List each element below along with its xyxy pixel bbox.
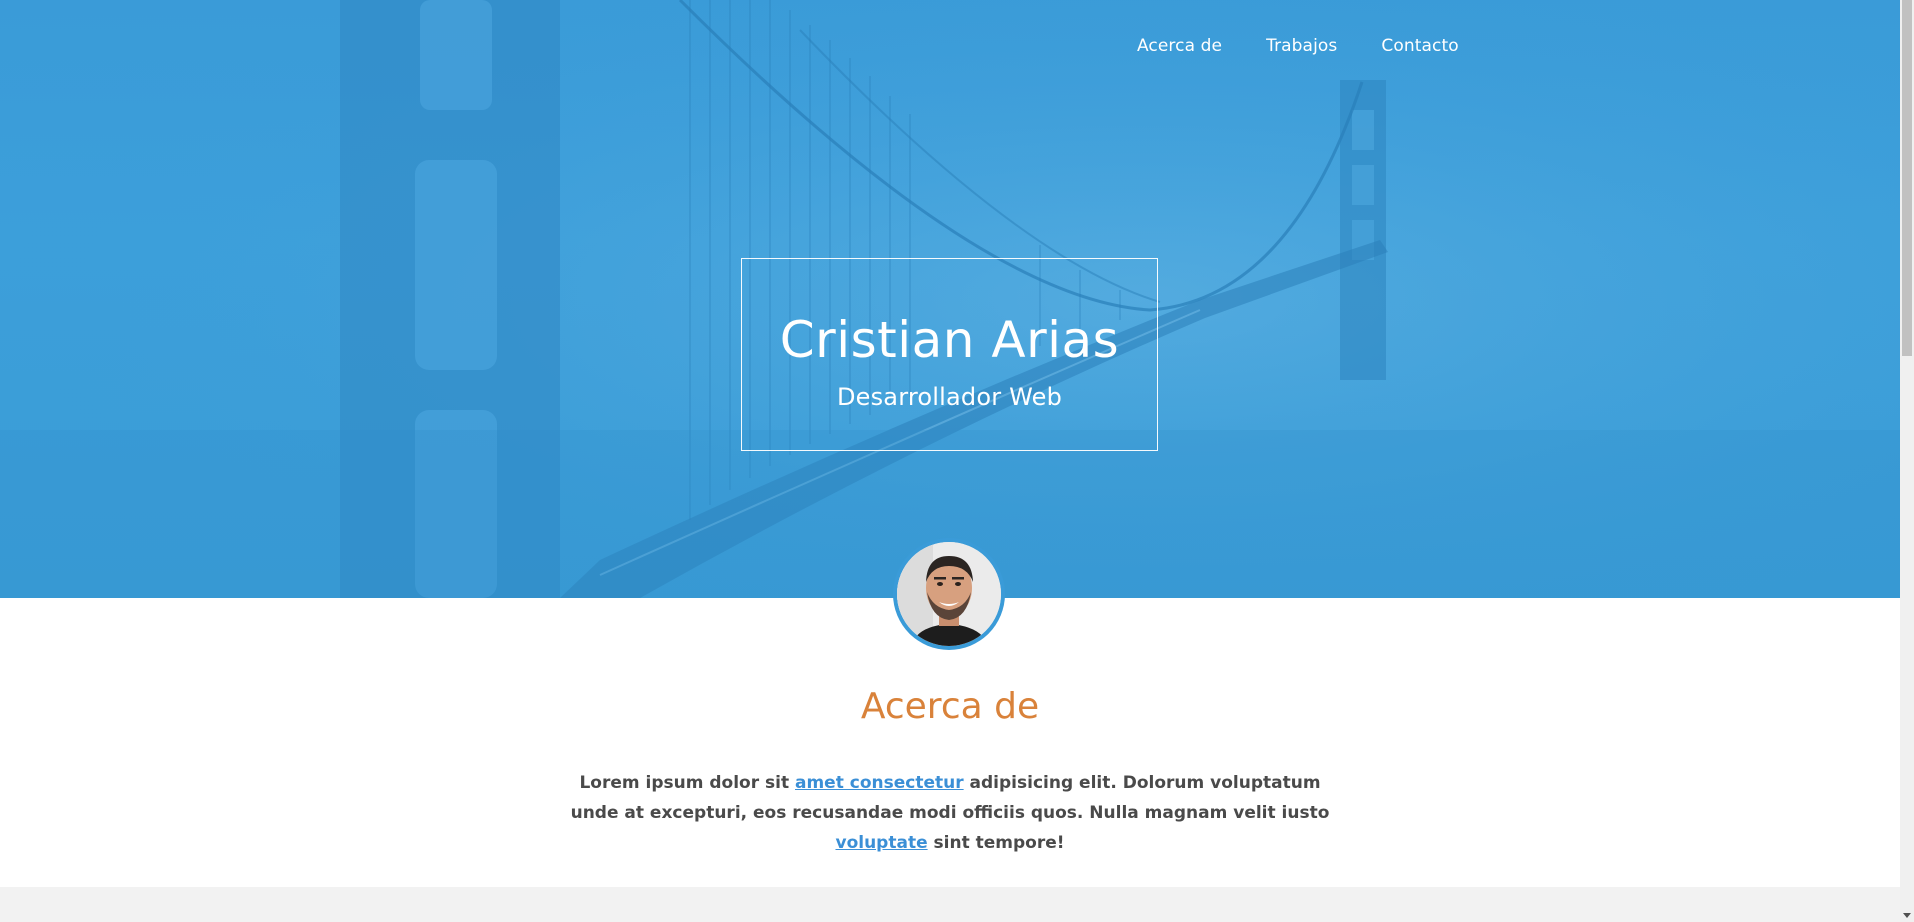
hero-title-box: Cristian Arias Desarrollador Web bbox=[741, 258, 1158, 451]
hero-banner: Acerca de Trabajos Contacto Cristian Ari… bbox=[0, 0, 1900, 598]
hero-name: Cristian Arias bbox=[779, 311, 1120, 369]
about-text-part-3: sint tempore! bbox=[927, 833, 1065, 853]
page-scrollbar[interactable] bbox=[1900, 0, 1914, 922]
hero-role: Desarrollador Web bbox=[836, 383, 1063, 411]
nav-link-acerca-de[interactable]: Acerca de bbox=[1137, 36, 1222, 56]
scroll-down-arrow-icon[interactable] bbox=[1903, 913, 1911, 918]
nav-link-trabajos[interactable]: Trabajos bbox=[1266, 36, 1337, 56]
about-link-voluptate[interactable]: voluptate bbox=[835, 833, 927, 853]
about-link-amet-consectetur[interactable]: amet consectetur bbox=[795, 773, 964, 793]
scrollbar-thumb[interactable] bbox=[1902, 0, 1912, 356]
main-nav: Acerca de Trabajos Contacto bbox=[1137, 36, 1459, 56]
profile-photo bbox=[897, 542, 1001, 646]
profile-avatar bbox=[893, 538, 1005, 650]
about-text-part-1: Lorem ipsum dolor sit bbox=[579, 773, 795, 793]
about-paragraph: Lorem ipsum dolor sit amet consectetur a… bbox=[555, 768, 1345, 858]
about-title: Acerca de bbox=[860, 686, 1040, 727]
nav-link-contacto[interactable]: Contacto bbox=[1381, 36, 1458, 56]
next-section-band bbox=[0, 887, 1900, 922]
page: Acerca de Trabajos Contacto Cristian Ari… bbox=[0, 0, 1900, 922]
